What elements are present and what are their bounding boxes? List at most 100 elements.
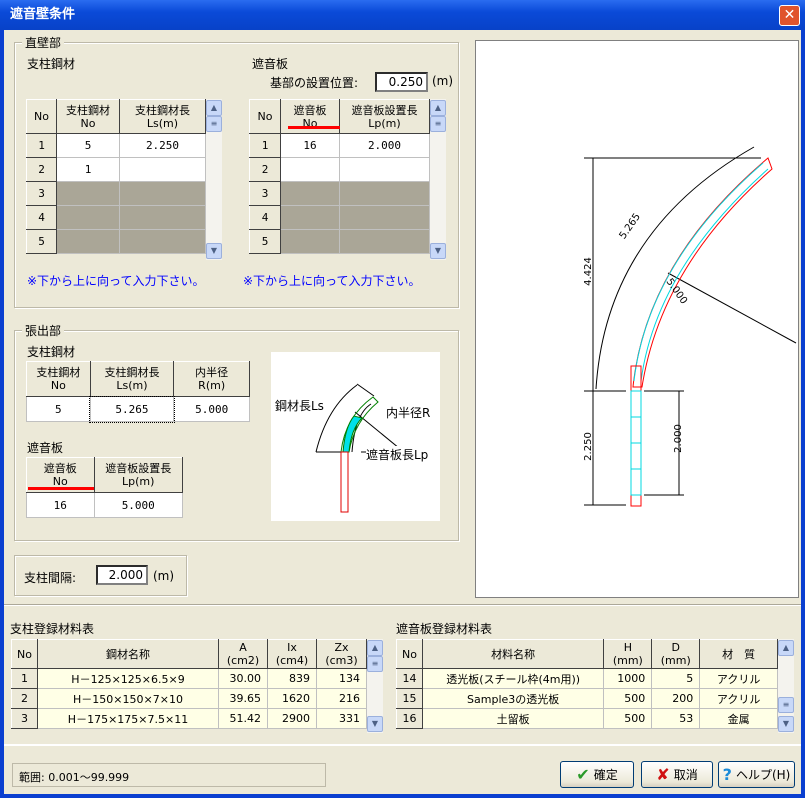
table-cell[interactable]: 30.00 <box>218 668 268 689</box>
row-number[interactable]: 4 <box>249 205 281 230</box>
column-header[interactable]: 材料名称 <box>421 639 605 669</box>
row-number[interactable]: 4 <box>26 205 57 230</box>
straight-panel-scrollbar[interactable]: ▲ ≡ ▼ <box>430 99 446 260</box>
column-header[interactable]: 支柱鋼材 No <box>26 361 91 397</box>
post-material-scrollbar[interactable]: ▲ ≡ ▼ <box>367 639 383 733</box>
table-row[interactable]: 1 5 2.250 <box>26 133 206 158</box>
table-cell[interactable] <box>280 181 340 206</box>
overhang-post-table[interactable]: 支柱鋼材 No 支柱鋼材長 Ls(m) 内半径 R(m) 5 5.265 5.000 <box>26 361 250 423</box>
column-header[interactable]: 支柱鋼材長 Ls(m) <box>119 99 206 134</box>
table-cell[interactable]: 134 <box>316 668 367 689</box>
panel-material-scrollbar[interactable]: ▲ ≡ ▼ <box>778 639 794 733</box>
straight-panel-table[interactable]: No 遮音板 No 遮音板設置長 Lp(m) 1 16 2.000 2 3 4 5 <box>249 99 430 254</box>
table-row[interactable]: 5 <box>249 229 430 254</box>
table-cell[interactable]: 土留板 <box>421 708 605 729</box>
table-row[interactable]: 1 H－125×125×6.5×9 30.00 839 134 <box>11 668 367 689</box>
table-row[interactable]: 2 <box>249 157 430 182</box>
column-header[interactable]: Zx (cm3) <box>316 639 367 669</box>
table-cell[interactable]: 216 <box>316 688 367 709</box>
table-row[interactable]: 16 5.000 <box>26 492 183 518</box>
table-cell[interactable]: 透光板(スチール枠(4m用)) <box>421 668 605 689</box>
post-material-table[interactable]: No 鋼材名称 A (cm2) Ix (cm4) Zx (cm3) 1 H－125×125×… <box>11 639 367 729</box>
column-header[interactable]: 内半径 R(m) <box>173 361 250 397</box>
column-header[interactable]: No <box>396 639 423 669</box>
table-row[interactable]: 21 <box>26 157 206 182</box>
straight-post-scrollbar[interactable]: ▲ ≡ ▼ <box>206 99 222 260</box>
column-header[interactable]: 材 質 <box>699 639 778 669</box>
row-number[interactable]: 14 <box>396 668 423 689</box>
table-cell[interactable]: 2.000 <box>339 133 430 158</box>
table-row[interactable]: 3 H－175×175×7.5×11 51.42 2900 331 <box>11 708 367 729</box>
table-cell[interactable]: 2.250 <box>119 133 206 158</box>
table-row[interactable]: 4 <box>26 205 206 230</box>
table-cell[interactable]: 51.42 <box>218 708 268 729</box>
table-row[interactable]: 14 透光板(スチール枠(4m用)) 1000 5 アクリル <box>396 668 778 689</box>
column-header[interactable]: 鋼材名称 <box>37 639 219 669</box>
table-cell[interactable] <box>56 229 120 254</box>
table-cell[interactable]: 1 <box>56 157 120 182</box>
table-cell[interactable] <box>339 205 430 230</box>
table-cell[interactable]: 1000 <box>603 668 653 689</box>
row-number[interactable]: 2 <box>26 157 57 182</box>
table-cell[interactable]: 5 <box>651 668 701 689</box>
table-cell[interactable]: 500 <box>603 708 653 729</box>
row-number[interactable]: 3 <box>249 181 281 206</box>
help-button[interactable]: ? ヘルプ(H) <box>718 761 795 788</box>
table-row[interactable]: 1 16 2.000 <box>249 133 430 158</box>
table-cell[interactable] <box>339 157 430 182</box>
table-cell[interactable]: 金属 <box>699 708 778 729</box>
row-number[interactable]: 1 <box>11 668 38 689</box>
row-number[interactable]: 2 <box>11 688 38 709</box>
close-button[interactable]: ✕ <box>779 5 800 26</box>
table-cell[interactable]: 5 <box>26 396 91 422</box>
table-cell[interactable]: 2900 <box>267 708 317 729</box>
column-header[interactable]: 遮音板設置長 Lp(m) <box>339 99 430 134</box>
row-number[interactable]: 1 <box>26 133 57 158</box>
table-cell[interactable] <box>119 205 206 230</box>
table-cell[interactable] <box>119 229 206 254</box>
table-cell[interactable] <box>119 181 206 206</box>
table-row[interactable]: 5 <box>26 229 206 254</box>
cancel-button[interactable]: ✘ 取消 <box>641 761 713 788</box>
column-header[interactable]: H (mm) <box>603 639 653 669</box>
table-cell[interactable]: アクリル <box>699 688 778 709</box>
table-row[interactable]: 16 土留板 500 53 金属 <box>396 708 778 729</box>
column-header[interactable]: D (mm) <box>651 639 701 669</box>
base-position-input[interactable]: 0.250 <box>375 72 428 92</box>
table-row[interactable]: 2 H－150×150×7×10 39.65 1620 216 <box>11 688 367 709</box>
table-cell[interactable]: H－175×175×7.5×11 <box>37 708 219 729</box>
table-row[interactable]: 4 <box>249 205 430 230</box>
table-cell[interactable]: アクリル <box>699 668 778 689</box>
row-number[interactable]: 3 <box>26 181 57 206</box>
spacing-input[interactable]: 2.000 <box>96 565 148 585</box>
table-cell[interactable]: 200 <box>651 688 701 709</box>
table-row[interactable]: 3 <box>249 181 430 206</box>
table-cell[interactable]: H－150×150×7×10 <box>37 688 219 709</box>
table-cell[interactable]: H－125×125×6.5×9 <box>37 668 219 689</box>
row-number[interactable]: 5 <box>249 229 281 254</box>
table-cell[interactable]: 16 <box>280 133 340 158</box>
table-cell[interactable] <box>56 205 120 230</box>
table-cell[interactable]: 839 <box>267 668 317 689</box>
table-cell[interactable]: 1620 <box>267 688 317 709</box>
column-header[interactable]: A (cm2) <box>218 639 268 669</box>
table-cell[interactable] <box>280 229 340 254</box>
table-cell[interactable] <box>280 157 340 182</box>
table-cell[interactable]: 39.65 <box>218 688 268 709</box>
row-number[interactable]: 15 <box>396 688 423 709</box>
row-number[interactable]: 16 <box>396 708 423 729</box>
row-number[interactable]: 5 <box>26 229 57 254</box>
table-row[interactable]: 15 Sample3の透光板 500 200 アクリル <box>396 688 778 709</box>
table-row[interactable]: 5 5.265 5.000 <box>26 395 250 423</box>
table-cell[interactable]: 5.000 <box>93 492 183 518</box>
table-cell[interactable]: 331 <box>316 708 367 729</box>
table-row[interactable]: 3 <box>26 181 206 206</box>
column-header[interactable]: Ix (cm4) <box>267 639 317 669</box>
column-header[interactable]: 支柱鋼材 No <box>56 99 120 134</box>
table-cell[interactable]: 5 <box>56 133 120 158</box>
row-number[interactable]: 1 <box>249 133 281 158</box>
table-cell[interactable]: Sample3の透光板 <box>421 688 605 709</box>
straight-post-table[interactable]: No 支柱鋼材 No 支柱鋼材長 Ls(m) 1 5 2.250 2 1 3 4 5 <box>26 99 206 254</box>
row-number[interactable]: 3 <box>11 708 38 729</box>
table-cell[interactable] <box>339 181 430 206</box>
